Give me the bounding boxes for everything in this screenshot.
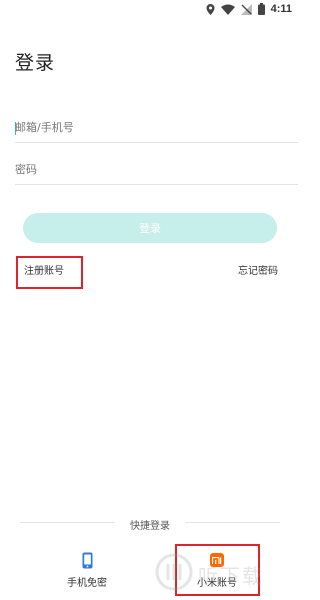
quick-login-label: 快捷登录	[130, 521, 170, 532]
wifi-icon	[220, 4, 235, 15]
phone-icon	[82, 552, 92, 568]
no-signal-icon	[240, 3, 252, 15]
password-field-container	[15, 155, 298, 185]
location-icon	[206, 3, 215, 15]
forgot-password-link[interactable]: 忘记密码	[238, 262, 278, 277]
watermark-logo-icon	[155, 553, 193, 591]
watermark: 听下载	[150, 552, 300, 594]
quick-login-phone[interactable]: 手机免密	[52, 550, 122, 589]
watermark-text: 听下载	[198, 564, 264, 588]
quick-login-phone-label: 手机免密	[67, 578, 107, 589]
email-phone-input[interactable]	[15, 113, 298, 142]
battery-icon	[257, 3, 265, 15]
text-cursor	[15, 122, 16, 135]
password-input[interactable]	[15, 155, 298, 184]
page-title: 登录	[15, 52, 56, 74]
email-field-container	[15, 113, 298, 143]
register-link[interactable]: 注册账号	[24, 262, 64, 277]
login-button[interactable]: 登录	[23, 213, 277, 243]
status-icons: 4:11	[206, 3, 292, 15]
status-bar: 4:11	[0, 0, 300, 20]
clock: 4:11	[270, 3, 292, 15]
